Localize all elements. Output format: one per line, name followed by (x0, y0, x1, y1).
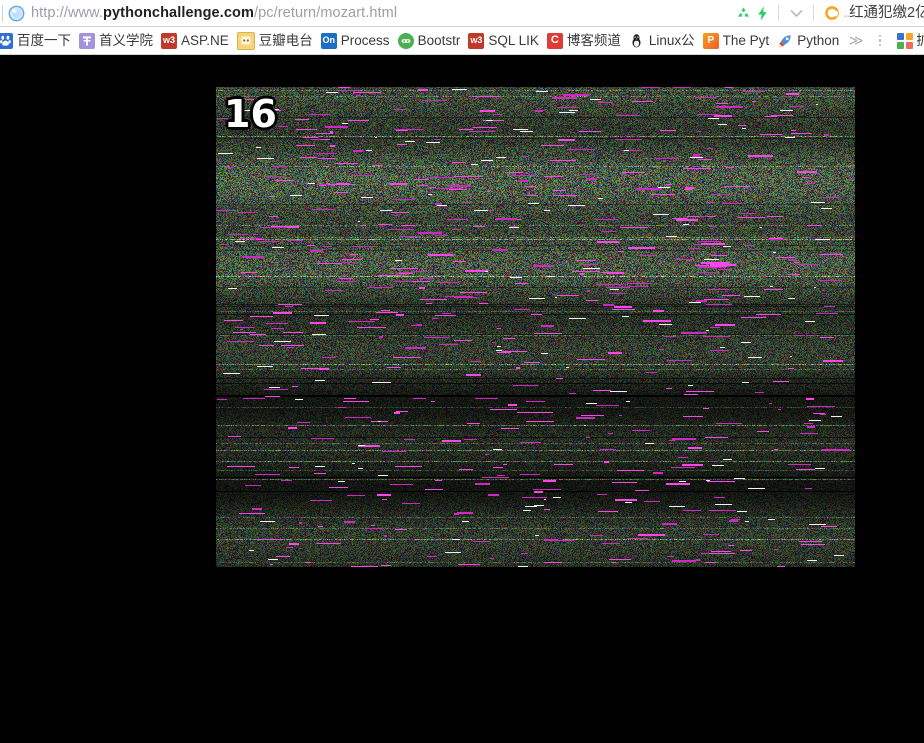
search-query: 红通犯缴2亿 (849, 4, 924, 21)
bookmark-label: SQL LIK (488, 32, 539, 48)
w3schools-icon: w3 (468, 32, 485, 49)
bookmark-baidu[interactable]: 百度一下 (0, 29, 75, 53)
rocket-icon (777, 32, 794, 49)
url-path: /pc/return/mozart.html (253, 4, 398, 21)
bookmark-label: 博客频道 (566, 32, 621, 48)
bookmark-label: Bootstr (417, 32, 461, 48)
extensions-grid-icon (897, 32, 914, 49)
bookmark-label: 豆瓣电台 (258, 32, 313, 48)
page-viewport: 16 (0, 55, 924, 743)
bookmark-process[interactable]: On Process (317, 29, 394, 53)
bookmark-bootstrap[interactable]: Bootstr (394, 29, 465, 53)
linux-tux-icon (628, 32, 645, 49)
bookmark-shouyi[interactable]: 首义学院 (75, 29, 157, 53)
bookmark-label: The Pyt (722, 32, 770, 48)
bookmark-label: ASP.NE (181, 32, 229, 48)
address-bar: http://www.pythonchallenge.com/pc/return… (0, 0, 924, 27)
globe-info-icon[interactable] (8, 5, 25, 22)
extensions-label: 扩展 (916, 33, 924, 49)
challenge-number-badge: 16 (224, 92, 277, 136)
extensions-button[interactable]: 扩展 (891, 29, 924, 53)
shouyi-icon (79, 32, 95, 49)
bookmark-label: Process (340, 32, 390, 48)
w3schools-icon: w3 (161, 32, 177, 49)
bookmark-csdn[interactable]: C 博客频道 (543, 29, 625, 53)
omnibox-actions (734, 0, 820, 26)
bookmarks-overflow-icon[interactable]: ≫ (843, 32, 869, 49)
bookmark-linux[interactable]: Linux公 (625, 29, 699, 53)
on-icon: On (320, 32, 337, 49)
search-text[interactable]: ..红通犯缴2亿 (843, 5, 924, 22)
chevron-down-icon[interactable] (785, 3, 807, 23)
recycle-icon[interactable] (734, 4, 753, 23)
url-scheme: http://www. (31, 4, 104, 21)
omnibox-divider-2 (813, 5, 814, 21)
omnibox[interactable]: http://www.pythonchallenge.com/pc/return… (0, 0, 734, 26)
pycharm-icon: P (702, 32, 719, 49)
baidu-icon (0, 32, 13, 49)
bookmark-aspnet[interactable]: w3 ASP.NE (157, 29, 233, 53)
mozart-noise-image[interactable]: 16 (216, 87, 855, 567)
search-o-icon[interactable] (824, 5, 841, 22)
bookmark-label: 首义学院 (99, 32, 153, 48)
bookmarks-bar: 百度一下 首义学院 w3 ASP.NE 豆瓣电台 On Process Boot… (0, 27, 924, 55)
lightning-bolt-icon[interactable] (753, 4, 772, 23)
omnibox-divider-1 (778, 5, 779, 21)
bookmark-douban[interactable]: 豆瓣电台 (233, 29, 317, 53)
kebab-menu-icon[interactable] (869, 29, 891, 53)
bookmark-python[interactable]: Python (773, 29, 843, 53)
url-host: pythonchallenge.com (103, 4, 254, 21)
noise-canvas (216, 87, 855, 567)
browser-window: http://www.pythonchallenge.com/pc/return… (0, 0, 924, 743)
search-box[interactable]: ..红通犯缴2亿 (820, 0, 924, 26)
douban-icon (236, 31, 255, 50)
bookmark-label: Linux公 (648, 32, 695, 48)
page-background: 16 (0, 55, 924, 743)
bookmark-thepython[interactable]: P The Pyt (699, 29, 774, 53)
csdn-icon: C (546, 32, 563, 49)
bootstrap-icon (397, 32, 414, 49)
bookmark-label: 百度一下 (17, 32, 71, 48)
bookmark-sqllike[interactable]: w3 SQL LIK (464, 29, 543, 53)
url-text[interactable]: http://www.pythonchallenge.com/pc/return… (31, 5, 397, 22)
bookmark-label: Python (797, 32, 840, 48)
omnibox-left-divider (2, 4, 3, 22)
